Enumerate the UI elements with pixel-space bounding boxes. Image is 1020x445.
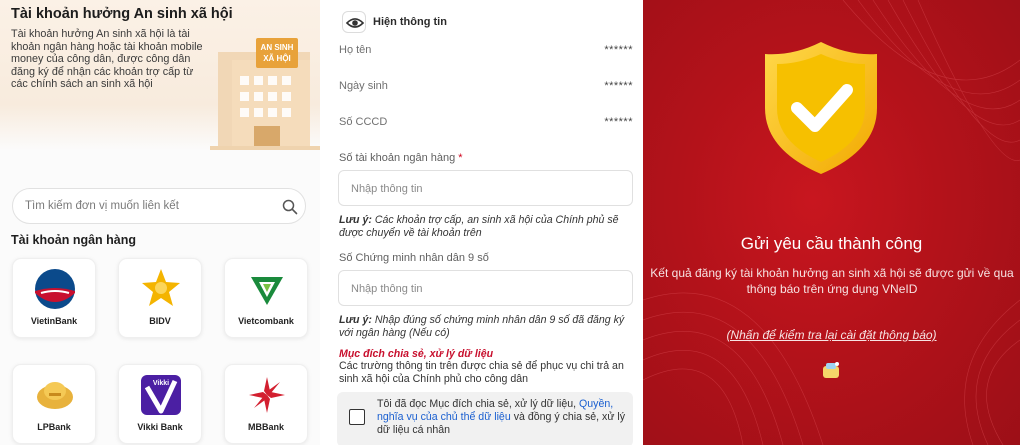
search-icon[interactable] — [281, 198, 299, 216]
page-title: Tài khoản hưởng An sinh xã hội — [11, 6, 233, 22]
note-label: Lưu ý: — [339, 314, 372, 326]
bank-card-vietcombank[interactable]: Vietcombank — [224, 258, 308, 338]
full-name-value: ****** — [604, 44, 633, 56]
full-name-label: Họ tên — [339, 44, 372, 56]
bank-name: Vikki Bank — [137, 422, 183, 432]
search-bar[interactable]: Tìm kiếm đơn vị muốn liên kết — [12, 188, 306, 224]
show-info-label: Hiện thông tin — [373, 16, 447, 28]
bank-account-input[interactable]: Nhập thông tin — [351, 183, 423, 195]
page-description: Tài khoản hưởng An sinh xã hội là tài kh… — [11, 28, 203, 91]
bank-section-title: Tài khoản ngân hàng — [11, 233, 137, 247]
note-text: Các khoản trợ cấp, an sinh xã hội của Ch… — [339, 214, 619, 239]
consent-text: Tôi đã đọc Mục đích chia sẻ, xử lý dữ li… — [377, 398, 627, 437]
shield-check-icon — [765, 42, 877, 174]
consent-checkbox[interactable] — [349, 409, 365, 425]
birth-date-label: Ngày sinh — [339, 80, 388, 92]
success-title: Gửi yêu cầu thành công — [740, 234, 923, 253]
show-info-toggle[interactable] — [342, 11, 366, 33]
purpose-text: Các trường thông tin trên được chia sẻ đ… — [339, 360, 624, 385]
purpose-heading: Mục đích chia sẻ, xử lý dữ liệu — [339, 348, 494, 360]
building-sign-line1: AN SINH — [261, 43, 294, 52]
success-subtitle: Kết quả đăng ký tài khoản hưởng an sinh … — [650, 266, 1014, 296]
eye-icon[interactable] — [343, 12, 367, 34]
citizen-id-label: Số CCCD — [339, 116, 388, 128]
account-registration-form: Hiện thông tin Họ tên ****** Ngày sinh *… — [323, 0, 643, 445]
bank-card-bidv[interactable]: BIDV — [118, 258, 202, 338]
building-sign-line2: XÃ HỘI — [263, 54, 291, 63]
bank-card-lpbank[interactable]: LPBank — [12, 364, 96, 444]
bank-account-label: Số tài khoản ngân hàng * — [339, 152, 463, 164]
id9-input[interactable]: Nhập thông tin — [351, 283, 423, 295]
vikki-logo-text: Vikki — [153, 380, 169, 387]
bidv-logo-icon — [142, 269, 180, 306]
bank-name: BIDV — [149, 316, 171, 326]
citizen-id-value: ****** — [604, 116, 633, 128]
vietcombank-logo-icon — [251, 277, 283, 305]
id9-label: Số Chứng minh nhân dân 9 số — [339, 252, 489, 264]
bank-card-vikkibank[interactable]: Vikki Vikki Bank — [118, 364, 202, 444]
id9-note: Lưu ý: Nhập đúng số chứng minh nhân dân … — [339, 314, 639, 340]
lpbank-logo-icon — [37, 382, 73, 409]
birth-date-value: ****** — [604, 80, 633, 92]
bank-account-label-text: Số tài khoản ngân hàng — [339, 152, 456, 164]
id9-field[interactable]: Nhập thông tin — [338, 270, 633, 306]
bank-name: Vietcombank — [238, 316, 294, 326]
bank-card-mbbank[interactable]: MBBank — [224, 364, 308, 444]
bank-account-note: Lưu ý: Các khoản trợ cấp, an sinh xã hội… — [339, 214, 639, 240]
sparkle-icon — [823, 362, 839, 378]
bank-name: LPBank — [37, 422, 71, 432]
note-label: Lưu ý: — [339, 214, 372, 226]
bank-card-vietinbank[interactable]: VietinBank — [12, 258, 96, 338]
social-security-account-panel: Tài khoản hưởng An sinh xã hội Tài khoản… — [0, 0, 320, 445]
bank-name: VietinBank — [30, 316, 78, 326]
building-illustration-icon: AN SINH XÃ HỘI — [210, 38, 320, 150]
mbbank-logo-icon — [249, 377, 285, 413]
vikkibank-logo-icon: Vikki — [141, 375, 181, 415]
bank-account-field[interactable]: Nhập thông tin — [338, 170, 633, 206]
search-input[interactable]: Tìm kiếm đơn vị muốn liên kết — [25, 200, 179, 212]
required-mark: * — [458, 152, 463, 164]
notification-settings-link[interactable]: (Nhấn để kiểm tra lại cài đặt thông báo) — [643, 328, 1020, 342]
vietinbank-logo-icon — [35, 269, 75, 309]
success-screen: Gửi yêu cầu thành công Kết quả đăng ký t… — [643, 0, 1020, 445]
consent-box: Tôi đã đọc Mục đích chia sẻ, xử lý dữ li… — [337, 392, 633, 445]
note-text: Nhập đúng số chứng minh nhân dân 9 số đã… — [339, 314, 625, 339]
consent-text-before: Tôi đã đọc Mục đích chia sẻ, xử lý dữ li… — [377, 398, 577, 410]
bank-name: MBBank — [247, 422, 284, 432]
